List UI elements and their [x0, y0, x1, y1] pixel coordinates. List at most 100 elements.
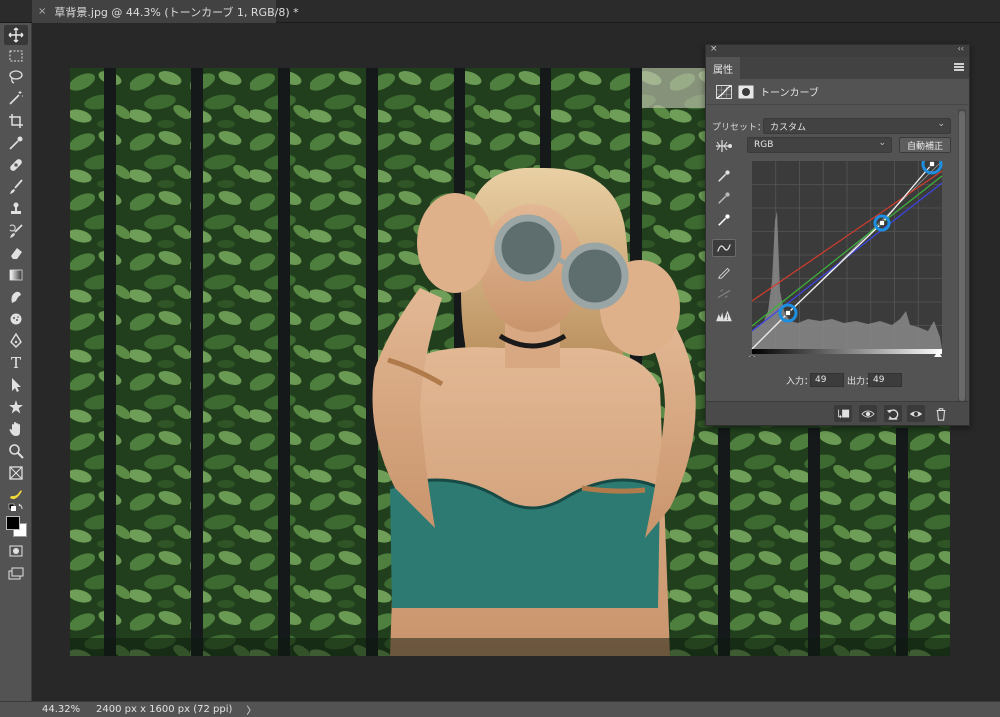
marquee-tool[interactable] — [4, 46, 28, 66]
eyedropper-black-icon — [718, 170, 730, 182]
path-selection-tool[interactable] — [4, 375, 28, 395]
smooth-curve-tool[interactable] — [712, 285, 736, 303]
panel-header-strip: × ‹‹ — [706, 44, 969, 57]
delete-adjustment-button[interactable] — [932, 405, 950, 422]
zoom-icon — [9, 444, 24, 459]
close-document-icon[interactable]: × — [38, 6, 46, 17]
curve-point-tool[interactable] — [712, 239, 736, 257]
properties-panel: × ‹‹ 属性 トーンカーブ プリセット： カスタム ⌄ RGB ⌄ 自動補正 — [705, 44, 970, 426]
lasso-tool[interactable] — [4, 67, 28, 87]
eraser-tool[interactable] — [4, 243, 28, 263]
input-field[interactable]: 49 — [810, 373, 844, 387]
healing-brush-tool[interactable] — [4, 155, 28, 175]
curves-graph[interactable] — [748, 161, 944, 357]
zoom-level[interactable]: 44.32% — [0, 704, 86, 715]
clip-to-layer-button[interactable] — [834, 405, 852, 422]
eraser-icon — [11, 248, 22, 259]
magic-wand-icon — [9, 91, 23, 105]
history-brush-icon — [9, 224, 23, 238]
dodge-tool[interactable] — [4, 309, 28, 329]
curve-point-handle[interactable] — [929, 161, 935, 167]
magic-wand-tool[interactable] — [4, 88, 28, 108]
document-tab[interactable]: × 草背景.jpg @ 44.3% (トーンカーブ 1, RGB/8) * — [32, 0, 299, 23]
status-bar: 44.32% 2400 px x 1600 px (72 ppi) 〉 — [0, 701, 1000, 717]
screen-mode[interactable] — [4, 564, 28, 584]
adjustment-name: トーンカーブ — [760, 88, 819, 99]
brush-icon — [10, 179, 23, 194]
tab-properties[interactable]: 属性 — [706, 57, 740, 79]
panel-scrollbar[interactable] — [958, 109, 966, 405]
move-tool[interactable] — [4, 25, 28, 45]
pen-tool[interactable] — [4, 331, 28, 351]
chevron-down-icon: ⌄ — [878, 138, 886, 148]
eye-toggle-icon — [861, 410, 875, 417]
type-tool[interactable]: T — [4, 353, 28, 373]
lasso-icon — [9, 70, 23, 84]
curve-point-handle[interactable] — [785, 310, 791, 316]
panel-close-icon[interactable]: × — [710, 44, 718, 54]
sponge-icon — [10, 313, 22, 325]
foreground-background-colors[interactable] — [4, 515, 28, 541]
eye-icon — [909, 410, 923, 417]
smudge-icon — [11, 291, 21, 303]
preset-label: プリセット： — [712, 122, 767, 133]
eyedropper-gray-icon — [718, 192, 730, 204]
black-slider-handle[interactable] — [748, 354, 756, 357]
move-icon — [8, 27, 24, 43]
eyedropper-white-icon — [718, 214, 730, 226]
scrollbar-thumb[interactable] — [959, 111, 965, 401]
clip-layer-icon — [838, 409, 850, 418]
tone-gradient-bar — [752, 349, 942, 354]
clipping-warning-tool[interactable] — [712, 307, 736, 325]
gradient-tool[interactable] — [4, 265, 28, 285]
status-menu-arrow-icon[interactable]: 〉 — [232, 702, 256, 717]
view-previous-state-button[interactable] — [859, 405, 877, 422]
curve-wave-icon — [717, 244, 731, 252]
smooth-curve-icon — [717, 289, 731, 298]
document-title: 草背景.jpg @ 44.3% (トーンカーブ 1, RGB/8) * — [54, 5, 299, 19]
frame-tool[interactable] — [4, 463, 28, 483]
curves-adjustment-icon — [716, 84, 732, 99]
chevron-down-icon: ⌄ — [937, 119, 945, 129]
crop-tool[interactable] — [4, 111, 28, 131]
on-image-adjust-icon[interactable] — [714, 139, 734, 153]
reset-button[interactable] — [884, 405, 902, 422]
bandage-icon — [10, 159, 22, 171]
hand-icon — [9, 422, 20, 436]
preset-select[interactable]: カスタム ⌄ — [763, 118, 951, 134]
crop-icon — [9, 114, 23, 128]
quick-mask[interactable] — [4, 541, 28, 561]
adjustment-header: トーンカーブ — [706, 79, 969, 105]
hand-tool[interactable] — [4, 419, 28, 439]
black-point-eyedropper[interactable] — [712, 167, 736, 185]
channel-select[interactable]: RGB ⌄ — [747, 137, 892, 153]
output-field[interactable]: 49 — [868, 373, 902, 387]
pencil-icon — [718, 267, 730, 279]
foreground-color-swatch[interactable] — [6, 516, 20, 530]
trash-icon — [936, 407, 946, 421]
eyedropper-tool[interactable] — [4, 133, 28, 153]
arrow-cursor-icon — [12, 378, 21, 392]
auto-button[interactable]: 自動補正 — [899, 137, 951, 153]
shape-icon — [9, 400, 23, 414]
default-colors[interactable] — [4, 503, 28, 515]
layer-mask-icon[interactable] — [738, 85, 754, 99]
gradient-icon — [9, 269, 23, 281]
document-dimensions: 2400 px x 1600 px (72 ppi) — [96, 704, 233, 715]
brush-tool[interactable] — [4, 177, 28, 197]
history-brush-tool[interactable] — [4, 221, 28, 241]
marquee-icon — [9, 50, 23, 62]
input-output-row: 入力： 49 出力： 49 — [706, 373, 971, 389]
curve-pencil-tool[interactable] — [712, 263, 736, 281]
white-point-eyedropper[interactable] — [712, 211, 736, 229]
blur-tool[interactable] — [4, 287, 28, 307]
toggle-visibility-button[interactable] — [907, 405, 925, 422]
curve-point-handle[interactable] — [879, 220, 885, 226]
shape-tool[interactable] — [4, 397, 28, 417]
clone-stamp-tool[interactable] — [4, 199, 28, 219]
gray-point-eyedropper[interactable] — [712, 189, 736, 207]
clipping-warning-icon — [716, 310, 732, 322]
panel-collapse-icon[interactable]: ‹‹ — [958, 44, 964, 53]
zoom-tool[interactable] — [4, 441, 28, 461]
panel-menu-icon[interactable] — [954, 63, 964, 71]
